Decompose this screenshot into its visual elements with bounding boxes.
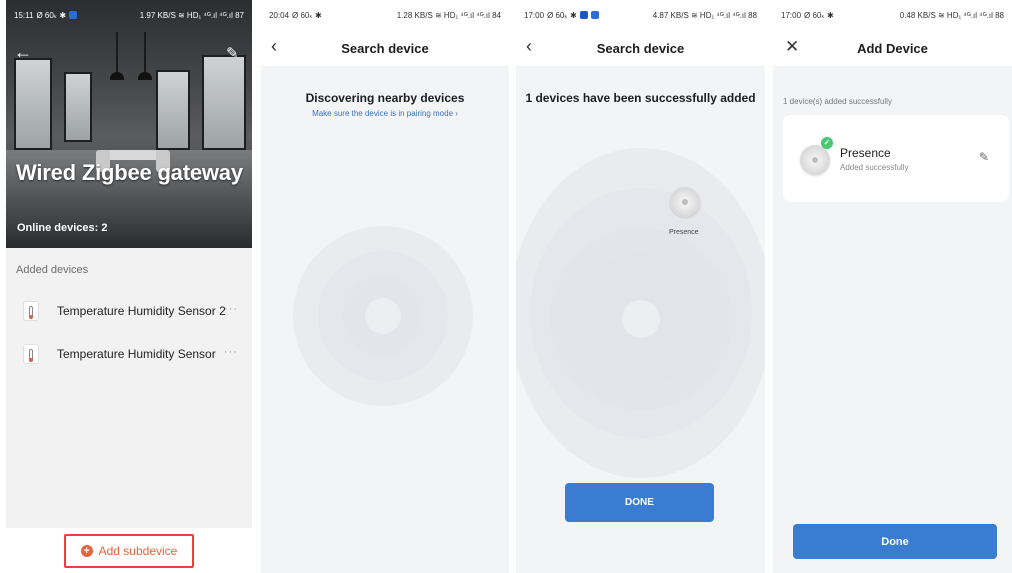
app-notification-icon <box>579 11 588 19</box>
device-list-item[interactable]: Temperature Humidity Sensor 2 ··· <box>16 297 242 325</box>
thermometer-icon <box>23 301 39 321</box>
status-right: 1.97 KB/S ≋ HD₁ ⁴ᴳ.ıl ⁴ᴳ.ıl 87 <box>139 10 244 20</box>
added-device-card[interactable]: ✓ Presence Added successfully ✎ <box>783 115 1009 202</box>
plus-circle-icon: + <box>80 545 93 557</box>
header: ✕ Add Device <box>773 30 1012 66</box>
more-options-icon[interactable]: ··· <box>224 346 238 358</box>
room-window <box>14 58 52 150</box>
add-subdevice-button[interactable]: + Add subdevice <box>64 534 194 568</box>
found-device-label: Presence <box>669 229 699 236</box>
gateway-title: Wired Zigbee gateway <box>16 160 243 185</box>
presence-sensor-icon[interactable] <box>670 187 700 217</box>
search-complete-screen: 17:00 Ø 60ₖ ✱ 4.87 KB/S ≋ HD₁ ⁴ᴳ.ıl ⁴ᴳ.ı… <box>516 0 765 573</box>
close-icon[interactable]: ✕ <box>785 37 799 57</box>
page-title: Search device <box>596 40 685 56</box>
device-list-item[interactable]: Temperature Humidity Sensor ··· <box>16 340 242 368</box>
app-notification-icon <box>590 11 599 19</box>
header: ‹ Search device <box>516 30 765 66</box>
edit-icon[interactable]: ✎ <box>226 44 239 62</box>
radar-center <box>365 298 401 334</box>
status-icons: Ø 60ₖ ✱ <box>292 10 322 20</box>
success-check-icon: ✓ <box>821 137 833 149</box>
status-right: 1.28 KB/S ≋ HD₁ ⁴ᴳ.ıl ⁴ᴳ.ıl 84 <box>396 10 501 20</box>
status-icons: Ø 60ₖ ✱ <box>804 10 834 20</box>
gateway-hero-image: 15:11 Ø 60ₖ ✱ 1.97 KB/S ≋ HD₁ ⁴ᴳ.ıl ⁴ᴳ.ı… <box>6 0 252 248</box>
status-time: 20:04 <box>269 10 290 20</box>
status-time: 17:00 <box>781 10 802 20</box>
status-left: 15:11 Ø 60ₖ ✱ <box>14 10 78 20</box>
status-bar: 17:00 Ø 60ₖ ✱ 4.87 KB/S ≋ HD₁ ⁴ᴳ.ıl ⁴ᴳ.ı… <box>516 0 765 30</box>
status-left: 17:00 Ø 60ₖ ✱ <box>781 11 834 20</box>
back-chevron-icon[interactable]: ‹ <box>271 36 277 57</box>
add-subdevice-label: Add subdevice <box>98 544 178 558</box>
screens: 15:11 Ø 60ₖ ✱ 1.97 KB/S ≋ HD₁ ⁴ᴳ.ıl ⁴ᴳ.ı… <box>0 0 1012 573</box>
gateway-screen: 15:11 Ø 60ₖ ✱ 1.97 KB/S ≋ HD₁ ⁴ᴳ.ıl ⁴ᴳ.ı… <box>6 0 252 573</box>
edit-icon[interactable]: ✎ <box>979 150 989 164</box>
status-time: 15:11 <box>14 10 34 20</box>
room-lamp <box>110 32 124 80</box>
room-lamp <box>138 32 152 80</box>
status-left: 17:00 Ø 60ₖ ✱ <box>524 11 599 20</box>
room-window <box>64 72 92 142</box>
status-bar: 17:00 Ø 60ₖ ✱ 0.48 KB/S ≋ HD₁ ⁴ᴳ.ıl ⁴ᴳ.ı… <box>773 0 1012 30</box>
added-devices-label: Added devices <box>16 264 89 276</box>
status-icons: Ø 60ₖ ✱ <box>547 10 577 20</box>
status-bar: 20:04 Ø 60ₖ ✱ 1.28 KB/S ≋ HD₁ ⁴ᴳ.ıl ⁴ᴳ.ı… <box>261 0 509 30</box>
device-name: Presence <box>840 146 891 160</box>
app-notification-icon <box>69 11 78 19</box>
back-arrow-icon[interactable]: ← <box>14 42 32 63</box>
thermometer-icon <box>23 344 39 364</box>
status-right: 4.87 KB/S ≋ HD₁ ⁴ᴳ.ıl ⁴ᴳ.ıl 88 <box>652 10 757 20</box>
status-bar: 15:11 Ø 60ₖ ✱ 1.97 KB/S ≋ HD₁ ⁴ᴳ.ıl ⁴ᴳ.ı… <box>6 0 252 30</box>
add-device-screen: 17:00 Ø 60ₖ ✱ 0.48 KB/S ≋ HD₁ ⁴ᴳ.ıl ⁴ᴳ.ı… <box>773 0 1012 573</box>
header: ‹ Search device <box>261 30 509 66</box>
status-right: 0.48 KB/S ≋ HD₁ ⁴ᴳ.ıl ⁴ᴳ.ıl 88 <box>899 10 1004 20</box>
done-button[interactable]: Done <box>793 524 997 559</box>
discovering-heading: Discovering nearby devices <box>305 91 465 105</box>
presence-sensor-icon <box>800 145 830 175</box>
device-status: Added successfully <box>840 163 909 172</box>
room-window <box>202 55 246 150</box>
success-heading: 1 devices have been successfully added <box>525 91 756 105</box>
status-left: 20:04 Ø 60ₖ ✱ <box>269 11 322 20</box>
status-time: 17:00 <box>524 10 545 20</box>
done-button[interactable]: DONE <box>565 483 714 522</box>
search-device-screen: 20:04 Ø 60ₖ ✱ 1.28 KB/S ≋ HD₁ ⁴ᴳ.ıl ⁴ᴳ.ı… <box>261 0 509 573</box>
page-title: Search device <box>341 40 429 56</box>
back-chevron-icon[interactable]: ‹ <box>526 36 532 57</box>
device-name: Temperature Humidity Sensor <box>57 347 216 361</box>
status-icons: Ø 60ₖ ✱ <box>36 10 67 20</box>
added-count-note: 1 device(s) added successfully <box>783 97 892 106</box>
device-name: Temperature Humidity Sensor 2 <box>57 304 226 318</box>
online-devices-count: Online devices: 2 <box>17 222 108 234</box>
room-window <box>156 70 190 150</box>
more-options-icon[interactable]: ··· <box>224 303 238 315</box>
page-title: Add Device <box>857 40 928 56</box>
pairing-mode-link[interactable]: Make sure the device is in pairing mode … <box>261 109 509 118</box>
radar-center <box>622 300 660 338</box>
